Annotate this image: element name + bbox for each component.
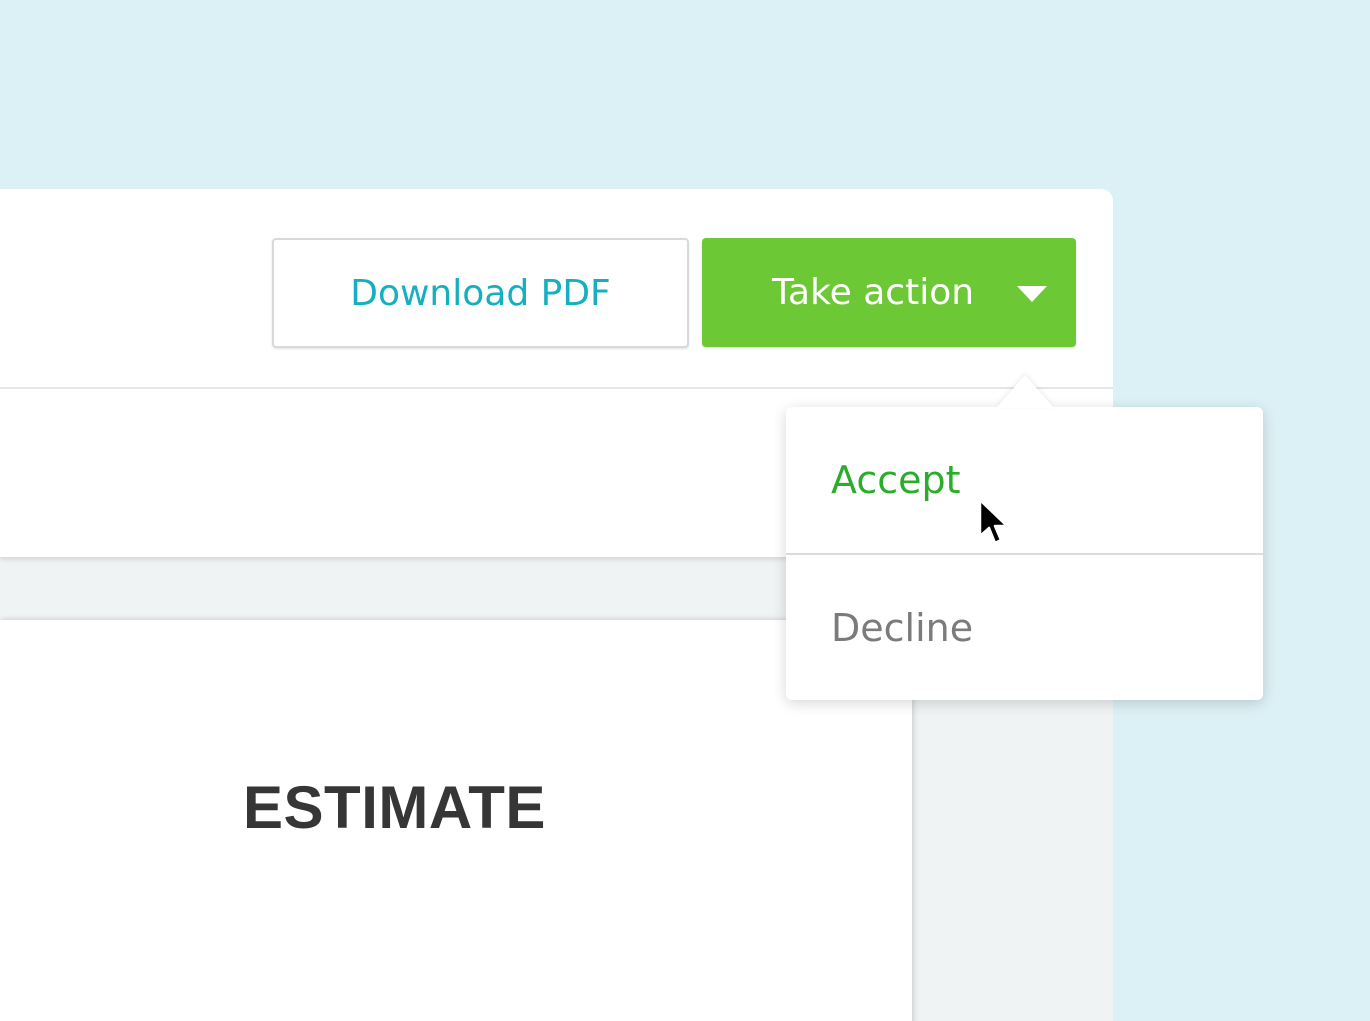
chevron-down-icon	[1017, 286, 1047, 302]
accept-label: Accept	[831, 458, 961, 502]
take-action-dropdown: Accept Decline	[786, 375, 1263, 700]
take-action-label: Take action	[772, 272, 975, 313]
dropdown-pointer	[996, 375, 1054, 408]
download-pdf-button[interactable]: Download PDF	[272, 238, 689, 348]
estimate-document: ESTIMATE	[0, 620, 912, 1021]
mouse-cursor-icon	[978, 498, 1009, 545]
download-pdf-label: Download PDF	[350, 272, 611, 314]
decline-label: Decline	[831, 605, 974, 650]
menu-item-decline[interactable]: Decline	[786, 555, 1263, 700]
menu-item-accept[interactable]: Accept	[786, 407, 1263, 553]
document-title: ESTIMATE	[243, 774, 546, 841]
take-action-button[interactable]: Take action	[702, 238, 1076, 347]
